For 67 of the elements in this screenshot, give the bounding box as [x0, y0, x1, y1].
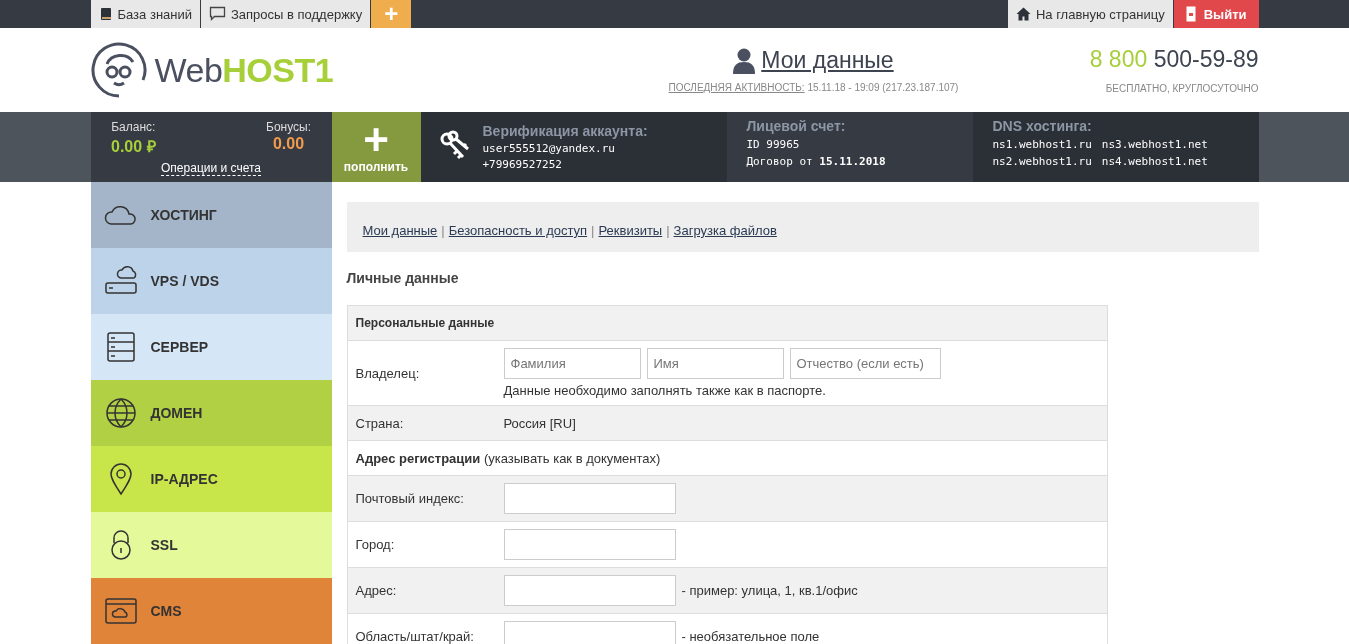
logout-button[interactable]: Выйти: [1173, 0, 1259, 28]
field-label: Область/штат/край:: [355, 629, 475, 644]
sidebar-item[interactable]: IP-АДРЕС: [90, 446, 332, 512]
door-icon: [1185, 6, 1196, 22]
phone-number: 500-59-89: [1153, 46, 1259, 72]
section-title: Личные данные: [346, 270, 460, 286]
logo-text: WebHOST1: [154, 50, 334, 90]
subnav-link[interactable]: Загрузка файлов: [673, 223, 777, 238]
sidebar-item[interactable]: VPS / VDS: [90, 248, 332, 314]
sidebar-item[interactable]: ХОСТИНГ: [90, 182, 332, 248]
phone-text: +79969527252: [482, 158, 563, 171]
book-icon: [98, 7, 113, 21]
dns-server: ns4.webhost1.net: [1101, 155, 1208, 168]
field-label: Адрес:: [355, 583, 398, 598]
account-title: Лицевой счет:: [746, 118, 847, 134]
separator: |: [441, 223, 445, 238]
field-label: Владелец:: [355, 365, 421, 381]
page-title-link[interactable]: Мои данные: [761, 47, 894, 74]
email-text: user555512@yandex.ru: [482, 142, 616, 155]
dns-server: ns2.webhost1.ru: [992, 155, 1092, 168]
verification-title: Верификация аккаунта:: [482, 123, 648, 139]
home-icon: [1015, 7, 1031, 21]
dns-title: DNS хостинга:: [992, 118, 1093, 134]
owner-note: Данные необходимо заполнять также как в паспорте.: [503, 382, 827, 400]
topbar-link[interactable]: База знаний: [90, 0, 200, 28]
topbar-link[interactable]: Запросы в поддержку: [201, 0, 371, 28]
dns-server: ns1.webhost1.ru: [992, 138, 1092, 151]
field-label: Страна:: [355, 415, 405, 431]
input-field[interactable]: [503, 483, 676, 514]
bonus-label: Бонусы:: [266, 120, 311, 134]
logo-face-icon: [90, 42, 147, 98]
name-field[interactable]: Отчество (если есть): [789, 348, 941, 379]
field-hint: - пример: улица, 1, кв.1/офис: [681, 583, 858, 598]
home-link[interactable]: На главную страницу: [1007, 0, 1173, 28]
chat-icon: [209, 6, 226, 22]
contract-text: Договор от 15.11.2018: [746, 155, 887, 168]
subnav-link[interactable]: Реквизиты: [598, 223, 663, 238]
name-field[interactable]: Фамилия: [503, 348, 641, 379]
phone-code: 8 800: [1089, 46, 1148, 72]
balance-value: 0.00 ₽: [111, 137, 156, 157]
subnav-link[interactable]: Безопасность и доступ: [448, 223, 588, 238]
activity-label: ПОСЛЕДНЯЯ АКТИВНОСТЬ:: [668, 82, 805, 93]
separator: |: [591, 223, 595, 238]
country-value: Россия [RU]: [503, 415, 576, 431]
bonus-value: 0.00: [272, 135, 305, 153]
sidebar-item[interactable]: ДОМЕН: [90, 380, 332, 446]
field-label: Почтовый индекс:: [355, 491, 465, 506]
phone-note: БЕСПЛАТНО, КРУГЛОСУТОЧНО: [1104, 83, 1259, 94]
activity-value: 15.11.18 - 19:09 (217.23.187.107): [807, 82, 959, 93]
sidebar-item[interactable]: SSL: [90, 512, 332, 578]
input-field[interactable]: [503, 621, 676, 644]
sidebar-item[interactable]: СЕРВЕР: [90, 314, 332, 380]
name-field[interactable]: Имя: [646, 348, 784, 379]
address-heading: Адрес регистрации (указывать как в документах): [355, 450, 661, 466]
field-label: Город:: [355, 537, 396, 552]
account-id: ID 99965: [746, 138, 801, 151]
balance-label: Баланс:: [111, 120, 156, 134]
input-field[interactable]: [503, 529, 676, 560]
subnav-link[interactable]: Мои данные: [362, 223, 438, 238]
form-heading: Персональные данные: [355, 316, 495, 330]
operations-link[interactable]: Операции и счета: [161, 161, 261, 176]
user-icon: [733, 48, 756, 74]
dns-server: ns3.webhost1.net: [1101, 138, 1208, 151]
input-field[interactable]: [503, 575, 676, 606]
separator: |: [666, 223, 670, 238]
field-hint: - необязательное поле: [681, 629, 820, 644]
sidebar-item[interactable]: CMS: [90, 578, 332, 644]
